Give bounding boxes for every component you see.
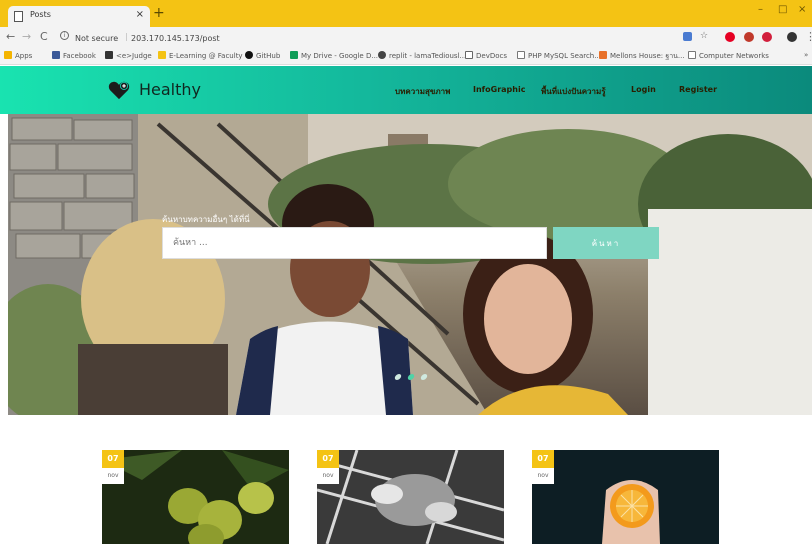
- bookmark-facebook[interactable]: Facebook: [52, 51, 96, 60]
- site-navbar: Healthy บทความสุขภาพ InfoGraphic พื้นที่…: [0, 66, 812, 114]
- page-icon: [517, 51, 525, 59]
- tab-close-icon[interactable]: ×: [136, 9, 144, 20]
- nav-infographic[interactable]: InfoGraphic: [473, 85, 525, 94]
- new-tab-button[interactable]: +: [153, 6, 165, 20]
- brand-name[interactable]: Healthy: [139, 80, 201, 99]
- bookmark-judge[interactable]: <e>Judge: [105, 51, 152, 60]
- nav-health-articles[interactable]: บทความสุขภาพ: [395, 85, 450, 98]
- translate-icon[interactable]: [683, 32, 692, 41]
- judge-icon: [105, 51, 113, 59]
- page-icon: [14, 11, 23, 22]
- bookmark-label: PHP MySQL Search...: [528, 52, 601, 60]
- facebook-icon: [52, 51, 60, 59]
- extension-icon[interactable]: [744, 32, 754, 42]
- page-icon: [688, 51, 696, 59]
- bookmark-label: Computer Networks: [699, 52, 769, 60]
- security-label: Not secure: [75, 34, 119, 43]
- tab-title: Posts: [30, 10, 51, 19]
- forward-icon[interactable]: →: [22, 30, 31, 43]
- bookmark-label: GitHub: [256, 52, 281, 60]
- nav-knowledge-sharing[interactable]: พื้นที่แบ่งปันความรู้: [541, 85, 606, 98]
- card-image-orange: [532, 450, 719, 544]
- card-date-day: 07: [317, 450, 339, 468]
- bookmark-label: My Drive - Google D...: [301, 52, 379, 60]
- minimize-icon[interactable]: –: [758, 4, 763, 15]
- card-date-day: 07: [532, 450, 554, 468]
- search-button[interactable]: ค้นหา: [553, 227, 659, 259]
- bookmark-label: Facebook: [63, 52, 96, 60]
- bookmark-label: Apps: [15, 52, 33, 60]
- address-bar: ← → C i Not secure | 203.170.145.173/pos…: [0, 27, 812, 49]
- card-date-day: 07: [102, 450, 124, 468]
- close-window-icon[interactable]: ×: [798, 4, 806, 15]
- bookmark-label: replit - lamaTediousl...: [389, 52, 467, 60]
- bookmark-drive[interactable]: My Drive - Google D...: [290, 51, 378, 60]
- card-date-month: nov: [317, 468, 339, 484]
- bookmark-label: DevDocs: [476, 52, 508, 60]
- elearning-icon: [158, 51, 166, 59]
- pinterest-icon[interactable]: [725, 32, 735, 42]
- card-image-coconuts: [102, 450, 289, 544]
- bookmark-elearning[interactable]: E-Learning @ Faculty: [158, 51, 243, 60]
- bookmarks-bar: Apps Facebook <e>Judge E-Learning @ Facu…: [0, 49, 812, 65]
- heart-logo-icon[interactable]: [108, 80, 130, 100]
- browser-tab-bar: Posts × + – □ ×: [0, 0, 812, 27]
- nav-register[interactable]: Register: [679, 85, 717, 94]
- bookmark-label: <e>Judge: [116, 52, 152, 60]
- card-date-month: nov: [532, 468, 554, 484]
- reload-icon[interactable]: C: [40, 30, 48, 43]
- replit-icon: [378, 51, 386, 59]
- bookmark-php[interactable]: PHP MySQL Search...: [517, 51, 601, 60]
- post-card[interactable]: 07 nov: [317, 450, 504, 544]
- apps-grid-icon: [4, 51, 12, 59]
- devdocs-icon: [465, 51, 473, 59]
- info-icon: i: [60, 31, 69, 40]
- bookmark-label: Mellons House: ฐาน...: [610, 52, 685, 60]
- url-divider: |: [125, 32, 128, 41]
- browser-tab[interactable]: Posts ×: [8, 6, 150, 27]
- github-icon: [245, 51, 253, 59]
- bookmark-apps[interactable]: Apps: [4, 51, 32, 60]
- profile-avatar[interactable]: [787, 32, 797, 42]
- nav-login[interactable]: Login: [631, 85, 656, 94]
- hero-photo: [8, 114, 812, 415]
- url-text: 203.170.145.173/post: [131, 34, 220, 43]
- card-date-month: nov: [102, 468, 124, 484]
- mellons-icon: [599, 51, 607, 59]
- search-label: ค้นหาบทความอื่นๆ ได้ที่นี่: [162, 215, 250, 224]
- drive-icon: [290, 51, 298, 59]
- post-card[interactable]: 07 nov: [532, 450, 719, 544]
- bookmark-replit[interactable]: replit - lamaTediousl...: [378, 51, 466, 60]
- hero-carousel: ค้นหาบทความอื่นๆ ได้ที่นี่ ค้นหา: [8, 114, 812, 415]
- omnibox[interactable]: i Not secure | 203.170.145.173/post: [58, 29, 658, 47]
- maximize-icon[interactable]: □: [778, 4, 787, 15]
- back-icon[interactable]: ←: [6, 30, 15, 43]
- card-image-hot-water-bottle: [317, 450, 504, 544]
- bookmarks-overflow[interactable]: »: [804, 51, 808, 59]
- bookmark-star-icon[interactable]: ☆: [700, 31, 708, 41]
- bookmark-github[interactable]: GitHub: [245, 51, 280, 60]
- bookmark-devdocs[interactable]: DevDocs: [465, 51, 507, 60]
- post-card[interactable]: 07 nov: [102, 450, 289, 544]
- menu-icon[interactable]: ⋮: [805, 30, 812, 43]
- bookmark-label: E-Learning @ Faculty: [169, 52, 243, 60]
- bookmark-mellons[interactable]: Mellons House: ฐาน...: [599, 51, 685, 62]
- search-input[interactable]: [162, 227, 547, 259]
- adblock-icon[interactable]: [762, 32, 772, 42]
- bookmark-networks[interactable]: Computer Networks: [688, 51, 769, 60]
